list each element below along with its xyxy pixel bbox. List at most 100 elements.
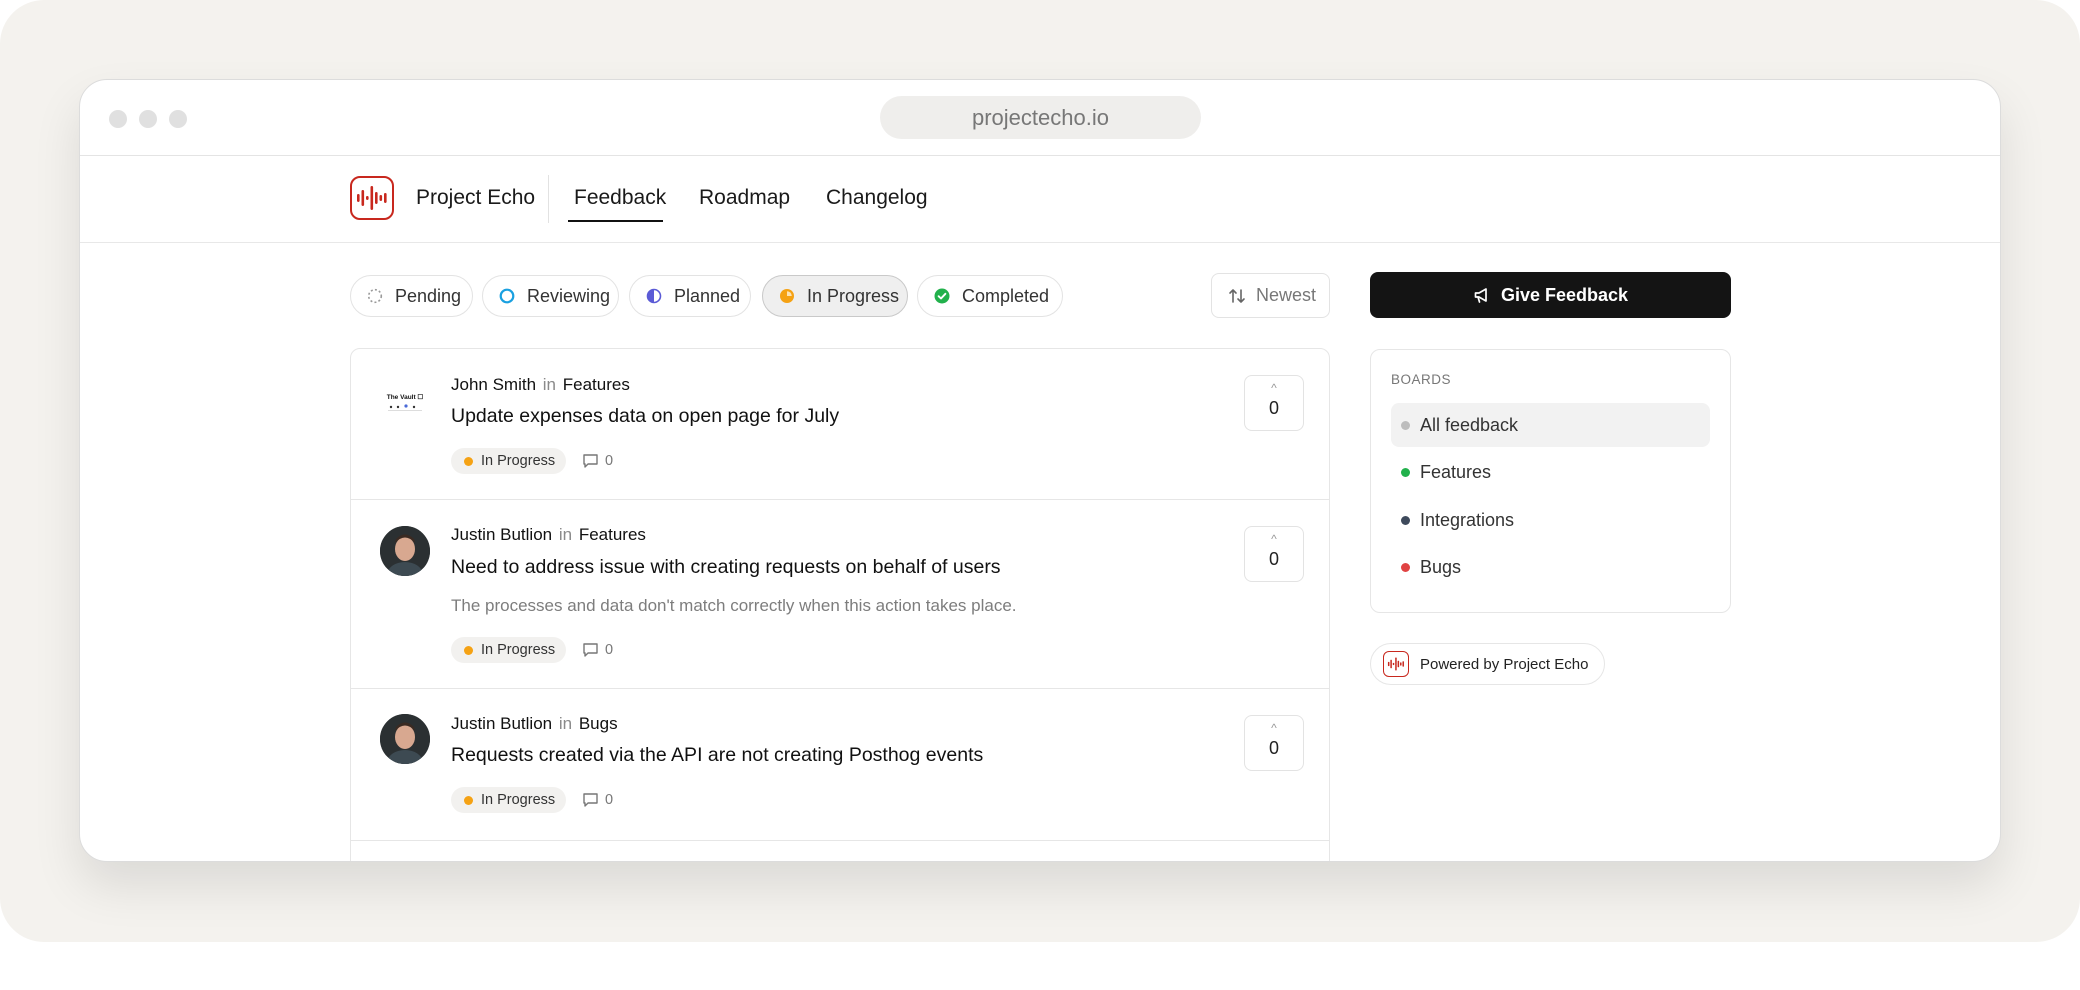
status-dot <box>464 456 473 466</box>
comment-count[interactable]: 0 <box>582 792 613 808</box>
avatar <box>380 526 430 576</box>
upvote-caret-icon: ^ <box>1271 381 1277 395</box>
post-meta: John Smith in Features <box>451 375 630 395</box>
feedback-list: The Vault ☐ John Smith in Features Updat… <box>350 348 1330 861</box>
comment-icon <box>583 643 598 657</box>
board-color-dot <box>1401 563 1410 572</box>
filter-label: Planned <box>674 285 741 306</box>
nav-active-underline <box>568 220 663 222</box>
upvote-button[interactable]: ^ 0 <box>1244 526 1304 582</box>
brand-name[interactable]: Project Echo <box>416 186 535 210</box>
board-color-dot <box>1401 516 1410 525</box>
status-label: In Progress <box>481 792 556 808</box>
avatar <box>380 714 430 764</box>
post-board[interactable]: Features <box>579 525 646 544</box>
post-description: The processes and data don't match corre… <box>451 596 1017 615</box>
board-label: Integrations <box>1420 510 1515 530</box>
comment-count[interactable]: 0 <box>582 642 613 658</box>
backdrop: projectecho.io Project Echo Feedback Roa… <box>0 0 2080 942</box>
boards-heading: BOARDS <box>1391 372 1452 387</box>
board-label: Features <box>1420 462 1492 482</box>
vote-count: 0 <box>1268 398 1279 418</box>
project-echo-logo-icon[interactable] <box>350 176 394 220</box>
status-badge: In Progress <box>451 787 567 813</box>
feedback-post[interactable]: Justin Butlion in Bugs Requests created … <box>351 689 1329 841</box>
post-board[interactable]: Features <box>563 375 630 394</box>
board-item-integrations[interactable]: Integrations <box>1391 498 1710 542</box>
board-item-bugs[interactable]: Bugs <box>1391 545 1710 589</box>
browser-titlebar: projectecho.io <box>80 80 2000 156</box>
post-title[interactable]: Need to address issue with creating requ… <box>451 556 1001 579</box>
check-circle-icon <box>934 288 950 304</box>
post-author[interactable]: Justin Butlion <box>451 714 552 733</box>
status-badge: In Progress <box>451 637 567 663</box>
comment-icon <box>583 793 598 807</box>
feedback-post[interactable]: Justin Butlion in Features Need to addre… <box>351 500 1329 689</box>
window-close-dot[interactable] <box>109 110 127 128</box>
board-color-dot <box>1401 421 1410 430</box>
filter-label: Reviewing <box>527 285 611 306</box>
powered-by-badge[interactable]: Powered by Project Echo <box>1370 643 1605 685</box>
project-echo-mini-logo-icon <box>1383 651 1409 677</box>
status-label: In Progress <box>481 453 556 469</box>
post-board[interactable]: Bugs <box>579 714 618 733</box>
comment-count[interactable]: 0 <box>582 453 613 469</box>
post-title[interactable]: Update expenses data on open page for Ju… <box>451 405 839 428</box>
filter-label: In Progress <box>807 285 900 306</box>
window-minimize-dot[interactable] <box>139 110 157 128</box>
progress-circle-icon <box>780 289 794 303</box>
dashed-circle-icon <box>367 288 383 304</box>
status-label: In Progress <box>481 642 556 658</box>
megaphone-icon <box>1474 288 1487 303</box>
post-meta: Justin Butlion in Bugs <box>451 714 618 734</box>
status-dot <box>464 645 473 655</box>
filter-label: Completed <box>962 285 1050 306</box>
status-badge: In Progress <box>451 448 567 474</box>
board-label: Bugs <box>1420 557 1462 577</box>
site-header: Project Echo Feedback Roadmap Changelog <box>80 157 2000 243</box>
vote-count: 0 <box>1268 738 1279 758</box>
post-title[interactable]: Requests created via the API are not cre… <box>451 744 983 767</box>
filter-in-progress[interactable]: In Progress <box>762 275 908 317</box>
powered-by-label: Powered by Project Echo <box>1420 655 1589 673</box>
browser-window: projectecho.io Project Echo Feedback Roa… <box>79 79 2001 862</box>
avatar-caption: The Vault ☐ <box>387 393 424 401</box>
post-author[interactable]: Justin Butlion <box>451 525 552 544</box>
filter-planned[interactable]: Planned <box>629 275 751 317</box>
ring-icon <box>499 288 515 304</box>
half-circle-icon <box>646 288 662 304</box>
board-item-features[interactable]: Features <box>1391 450 1710 494</box>
filter-reviewing[interactable]: Reviewing <box>482 275 619 317</box>
boards-panel: BOARDS All feedback Features Integration… <box>1370 349 1731 613</box>
upvote-button[interactable]: ^ 0 <box>1244 375 1304 431</box>
post-author[interactable]: John Smith <box>451 375 536 394</box>
board-color-dot <box>1401 468 1410 477</box>
board-label: All feedback <box>1420 415 1519 435</box>
filter-pending[interactable]: Pending <box>350 275 473 317</box>
sort-arrows-icon <box>1229 288 1245 303</box>
comment-icon <box>583 454 598 468</box>
post-meta-in: in <box>542 375 557 394</box>
filter-completed[interactable]: Completed <box>917 275 1063 317</box>
nav-link-changelog[interactable]: Changelog <box>826 186 928 210</box>
nav-divider <box>548 175 549 223</box>
post-meta-in: in <box>558 714 573 733</box>
sort-dropdown[interactable]: Newest <box>1211 273 1330 318</box>
avatar: The Vault ☐ <box>380 377 430 427</box>
upvote-caret-icon: ^ <box>1271 721 1277 735</box>
address-bar[interactable]: projectecho.io <box>880 96 1201 139</box>
nav-link-roadmap[interactable]: Roadmap <box>699 186 790 210</box>
board-item-all-feedback[interactable]: All feedback <box>1391 403 1710 447</box>
feedback-post[interactable]: The Vault ☐ John Smith in Features Updat… <box>351 349 1329 500</box>
give-feedback-label: Give Feedback <box>1500 284 1629 305</box>
post-meta-in: in <box>558 525 573 544</box>
vote-count: 0 <box>1268 549 1279 569</box>
status-dot <box>464 795 473 805</box>
post-meta: Justin Butlion in Features <box>451 525 646 545</box>
sort-label: Newest <box>1256 285 1317 305</box>
give-feedback-button[interactable]: Give Feedback <box>1370 272 1731 318</box>
upvote-button[interactable]: ^ 0 <box>1244 715 1304 771</box>
comment-count-value: 0 <box>605 453 614 469</box>
window-maximize-dot[interactable] <box>169 110 187 128</box>
nav-link-feedback[interactable]: Feedback <box>574 186 666 210</box>
